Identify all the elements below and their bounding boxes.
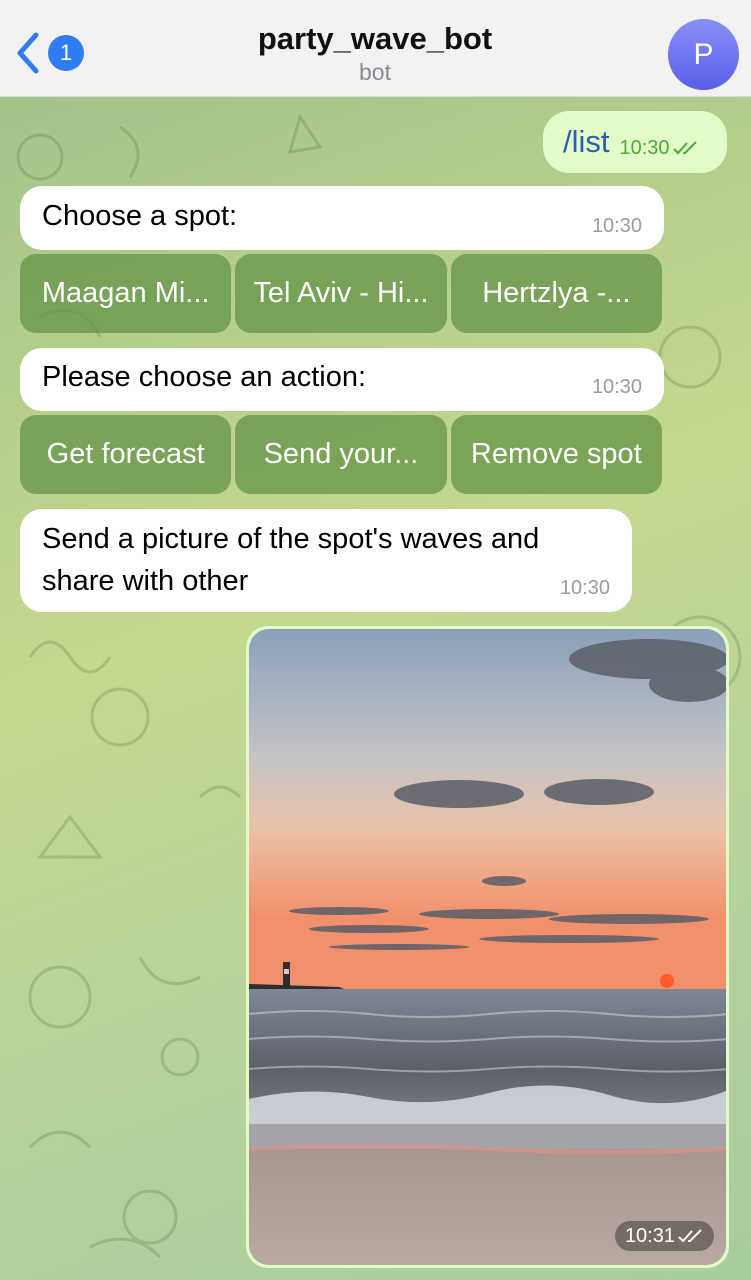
chat-header: 1 party_wave_bot bot P xyxy=(0,0,751,97)
message-text-line1: Send a picture of the spot's waves and xyxy=(42,523,540,555)
message-text: Choose a spot: xyxy=(42,200,238,232)
avatar[interactable]: P xyxy=(668,19,739,90)
outgoing-message-list[interactable]: /list 10:30 xyxy=(543,111,727,173)
incoming-message-choose-action[interactable]: Please choose an action: 10:30 xyxy=(20,348,664,411)
message-time: 10:31 xyxy=(624,1224,675,1247)
inline-keyboard-spots: Maagan Mi... Tel Aviv - Hi... Hertzlya -… xyxy=(20,254,662,333)
spot-button-hertzlya[interactable]: Hertzlya -... xyxy=(450,254,662,333)
chat-subtitle: bot xyxy=(359,59,391,85)
command-text: /list xyxy=(563,124,610,159)
message-time: 10:30 xyxy=(591,376,642,398)
back-button[interactable]: 1 xyxy=(14,30,84,76)
remove-spot-button[interactable]: Remove spot xyxy=(450,415,662,494)
message-text: Please choose an action: xyxy=(42,361,367,393)
message-time: 10:30 xyxy=(591,215,642,237)
spot-button-maagan[interactable]: Maagan Mi... xyxy=(20,254,232,333)
spot-button-tel-aviv[interactable]: Tel Aviv - Hi... xyxy=(235,254,447,333)
sunset-beach-photo[interactable]: 10:31 xyxy=(249,629,726,1265)
outgoing-photo-message[interactable]: 10:31 xyxy=(246,626,729,1268)
inline-keyboard-actions: Get forecast Send your... Remove spot xyxy=(20,415,662,494)
photo-image xyxy=(249,629,726,1265)
message-time: 10:30 xyxy=(619,136,670,159)
unread-count-badge: 1 xyxy=(48,35,84,71)
photo-time-badge: 10:31 xyxy=(614,1221,714,1251)
message-time: 10:30 xyxy=(559,577,610,599)
get-forecast-button[interactable]: Get forecast xyxy=(20,415,232,494)
double-check-icon xyxy=(678,1229,702,1243)
send-your-button[interactable]: Send your... xyxy=(235,415,447,494)
incoming-message-choose-spot[interactable]: Choose a spot: 10:30 xyxy=(20,186,664,250)
double-check-icon xyxy=(672,141,697,155)
incoming-message-send-picture[interactable]: Send a picture of the spot's waves and s… xyxy=(20,509,632,612)
chat-title: party_wave_bot xyxy=(257,21,493,56)
message-text-line2: share with other xyxy=(42,565,249,597)
chat-title-block[interactable]: party_wave_bot bot xyxy=(150,20,600,86)
chevron-left-icon xyxy=(17,32,39,74)
